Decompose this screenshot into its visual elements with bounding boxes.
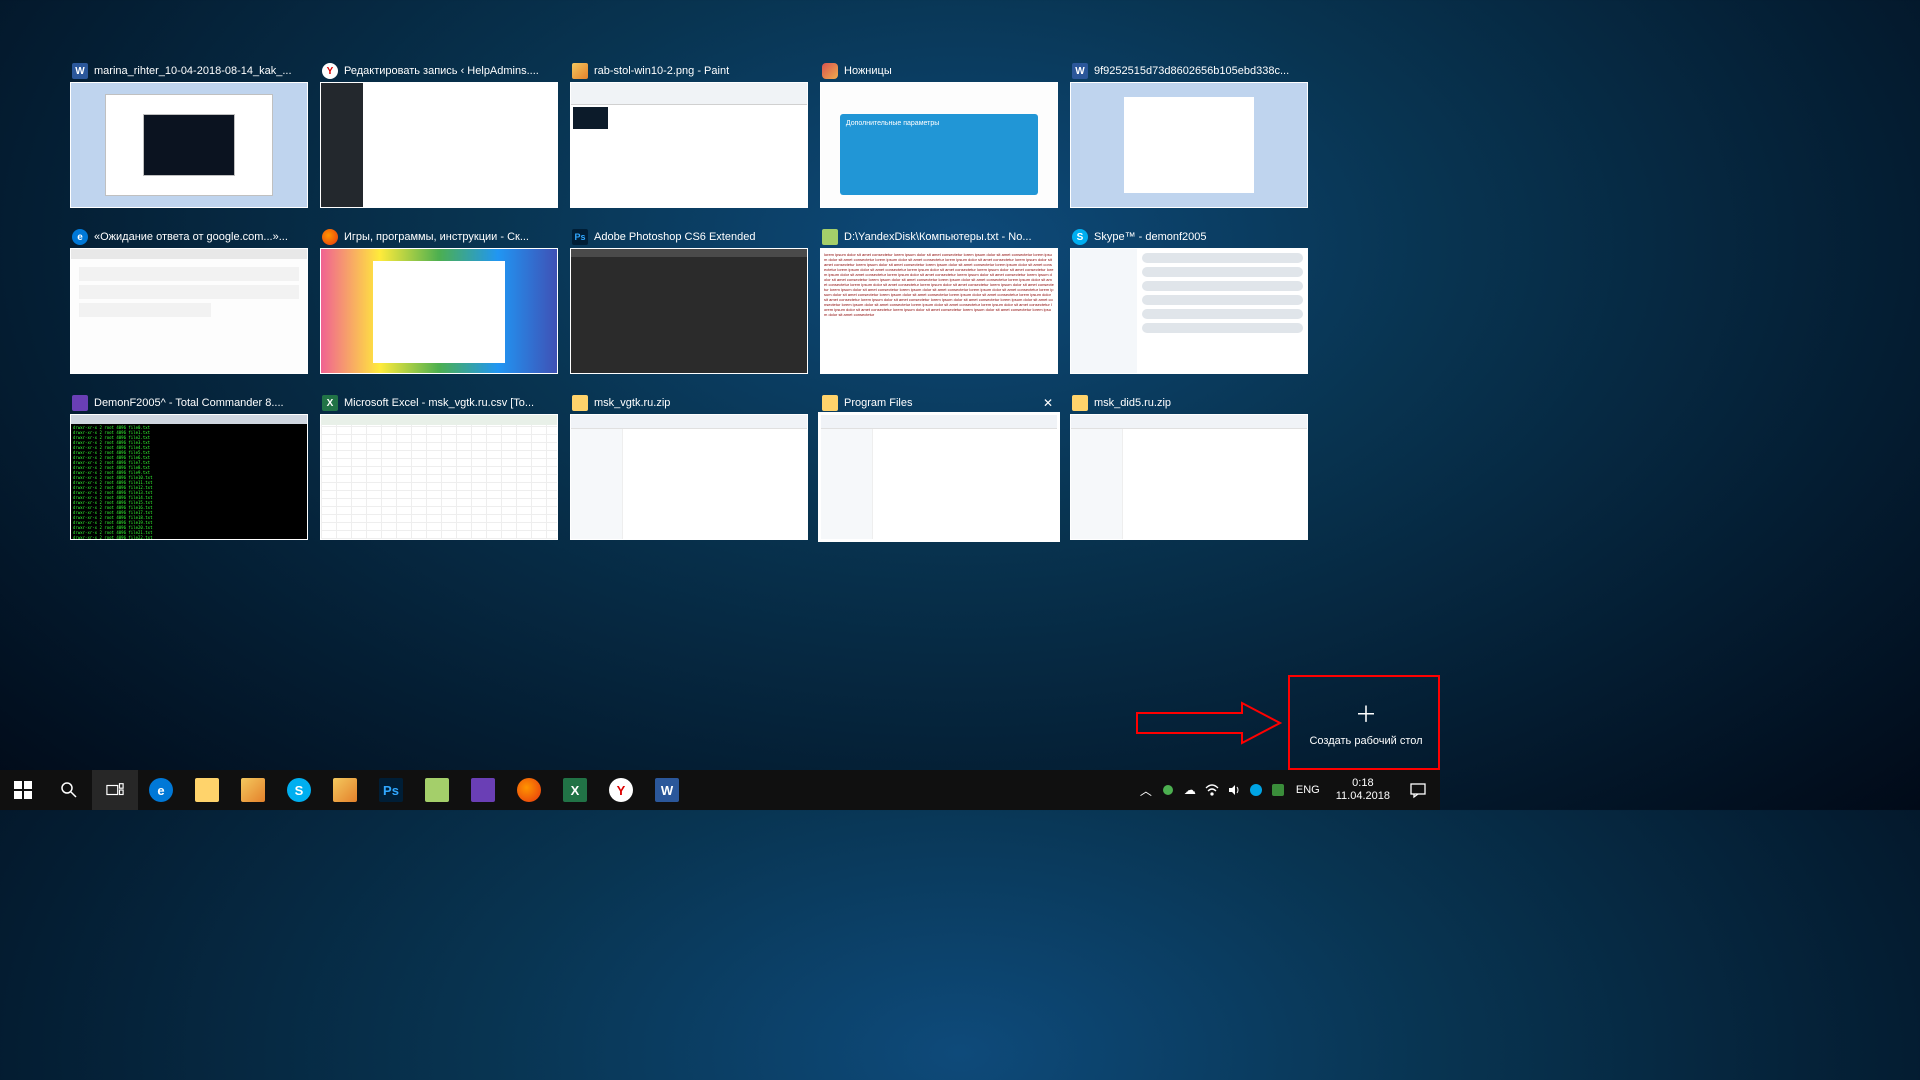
window-title: Adobe Photoshop CS6 Extended xyxy=(594,231,806,243)
excel-icon: X xyxy=(322,395,338,411)
window-preview xyxy=(320,414,558,540)
window-thumbnail[interactable]: Y Редактировать запись ‹ HelpAdmins.... xyxy=(320,60,558,208)
word-icon: W xyxy=(1072,63,1088,79)
snip-icon xyxy=(822,63,838,79)
window-preview xyxy=(1070,82,1308,208)
window-title: msk_did5.ru.zip xyxy=(1094,397,1306,409)
window-preview xyxy=(1070,414,1308,540)
folder-icon xyxy=(822,395,838,411)
window-preview: drwxr-xr-x 2 root 4096 file0.txtdrwxr-xr… xyxy=(70,414,308,540)
window-title: DemonF2005^ - Total Commander 8.... xyxy=(94,397,306,409)
window-title: marina_rihter_10-04-2018-08-14_kak_... xyxy=(94,65,306,77)
window-thumbnail[interactable]: D:\YandexDisk\Компьютеры.txt - No... lore… xyxy=(820,226,1058,374)
close-window-button[interactable]: ✕ xyxy=(1040,395,1056,411)
tray-status-icon[interactable] xyxy=(1158,780,1178,800)
window-thumbnail[interactable]: Игры, программы, инструкции - Ск... xyxy=(320,226,558,374)
skype-icon: S xyxy=(1072,229,1088,245)
window-preview xyxy=(570,248,808,374)
window-thumbnail[interactable]: DemonF2005^ - Total Commander 8.... drwxr… xyxy=(70,392,308,540)
window-title: D:\YandexDisk\Компьютеры.txt - No... xyxy=(844,231,1056,243)
window-title: msk_vgtk.ru.zip xyxy=(594,397,806,409)
window-title: «Ожидание ответа от google.com...»... xyxy=(94,231,306,243)
edge-icon: e xyxy=(72,229,88,245)
window-thumbnail[interactable]: e «Ожидание ответа от google.com...»... xyxy=(70,226,308,374)
tray-chevron-up-icon[interactable]: ︿ xyxy=(1136,780,1156,800)
window-title: Program Files xyxy=(844,397,1034,409)
clock[interactable]: 0:18 11.04.2018 xyxy=(1328,777,1398,803)
window-thumbnail[interactable]: W 9f9252515d73d8602656b105ebd338c... xyxy=(1070,60,1308,208)
taskbar-pinned-apps: e S Ps X Y W xyxy=(138,770,690,810)
taskbar-app-totalcommander[interactable] xyxy=(460,770,506,810)
window-title: Игры, программы, инструкции - Ск... xyxy=(344,231,556,243)
taskbar-app-edge[interactable]: e xyxy=(138,770,184,810)
window-preview: lorem ipsum dolor sit amet consectetur l… xyxy=(820,248,1058,374)
window-preview xyxy=(570,414,808,540)
action-center-button[interactable] xyxy=(1400,781,1436,799)
tray-wifi-icon[interactable] xyxy=(1202,780,1222,800)
window-preview xyxy=(820,414,1058,540)
taskbar-app-paint2[interactable] xyxy=(322,770,368,810)
npp-icon xyxy=(822,229,838,245)
task-view-button[interactable] xyxy=(92,770,138,810)
taskbar-app-notepadpp[interactable] xyxy=(414,770,460,810)
window-thumbnail[interactable]: msk_did5.ru.zip xyxy=(1070,392,1308,540)
window-thumbnail[interactable]: rab-stol-win10-2.png - Paint xyxy=(570,60,808,208)
window-preview xyxy=(70,82,308,208)
window-thumbnail[interactable]: X Microsoft Excel - msk_vgtk.ru.csv [To..… xyxy=(320,392,558,540)
paint-icon xyxy=(572,63,588,79)
window-thumbnail[interactable]: S Skype™ - demonf2005 xyxy=(1070,226,1308,374)
window-preview xyxy=(320,82,558,208)
window-thumbnail[interactable]: Ps Adobe Photoshop CS6 Extended xyxy=(570,226,808,374)
tray-cloud-icon[interactable]: ☁ xyxy=(1180,780,1200,800)
ps-icon: Ps xyxy=(572,229,588,245)
word-icon: W xyxy=(72,63,88,79)
window-title: rab-stol-win10-2.png - Paint xyxy=(594,65,806,77)
plus-icon: ＋ xyxy=(1355,697,1377,729)
window-title: Microsoft Excel - msk_vgtk.ru.csv [To... xyxy=(344,397,556,409)
start-button[interactable] xyxy=(0,770,46,810)
taskbar-app-word[interactable]: W xyxy=(644,770,690,810)
taskbar-app-paint[interactable] xyxy=(230,770,276,810)
tc-icon xyxy=(72,395,88,411)
tray-app-icon-1[interactable] xyxy=(1246,780,1266,800)
search-button[interactable] xyxy=(46,770,92,810)
window-title: Ножницы xyxy=(844,65,1056,77)
yandex-icon: Y xyxy=(322,63,338,79)
window-title: 9f9252515d73d8602656b105ebd338c... xyxy=(1094,65,1306,77)
window-preview xyxy=(1070,248,1308,374)
tray-volume-icon[interactable] xyxy=(1224,780,1244,800)
firefox-icon xyxy=(322,229,338,245)
window-thumbnail[interactable]: Program Files ✕ xyxy=(820,392,1058,540)
folder-icon xyxy=(1072,395,1088,411)
clock-date: 11.04.2018 xyxy=(1336,790,1390,803)
taskbar-app-yandex[interactable]: Y xyxy=(598,770,644,810)
new-desktop-button[interactable]: ＋ Создать рабочий стол xyxy=(1292,678,1440,766)
taskbar-app-photoshop[interactable]: Ps xyxy=(368,770,414,810)
new-desktop-label: Создать рабочий стол xyxy=(1309,735,1422,747)
folder-icon xyxy=(572,395,588,411)
window-preview xyxy=(320,248,558,374)
language-indicator[interactable]: ENG xyxy=(1290,784,1326,796)
window-thumbnail[interactable]: Ножницы Дополнительные параметры xyxy=(820,60,1058,208)
window-title: Редактировать запись ‹ HelpAdmins.... xyxy=(344,65,556,77)
tray-app-icon-2[interactable] xyxy=(1268,780,1288,800)
taskbar: e S Ps X Y W ︿ ☁ ENG 0:18 11.04.2018 xyxy=(0,770,1440,810)
window-thumbnail[interactable]: Wmarina_rihter_10-04-2018-08-14_kak_... xyxy=(70,60,308,208)
window-title: Skype™ - demonf2005 xyxy=(1094,231,1306,243)
window-preview: Дополнительные параметры xyxy=(820,82,1058,208)
clock-time: 0:18 xyxy=(1336,777,1390,790)
system-tray: ︿ ☁ ENG 0:18 11.04.2018 xyxy=(1136,770,1440,810)
window-thumbnail[interactable]: msk_vgtk.ru.zip xyxy=(570,392,808,540)
taskbar-app-excel[interactable]: X xyxy=(552,770,598,810)
task-view: Wmarina_rihter_10-04-2018-08-14_kak_...Y… xyxy=(0,60,1440,730)
taskbar-app-skype[interactable]: S xyxy=(276,770,322,810)
window-preview xyxy=(570,82,808,208)
taskbar-app-explorer[interactable] xyxy=(184,770,230,810)
window-preview xyxy=(70,248,308,374)
taskbar-app-firefox[interactable] xyxy=(506,770,552,810)
